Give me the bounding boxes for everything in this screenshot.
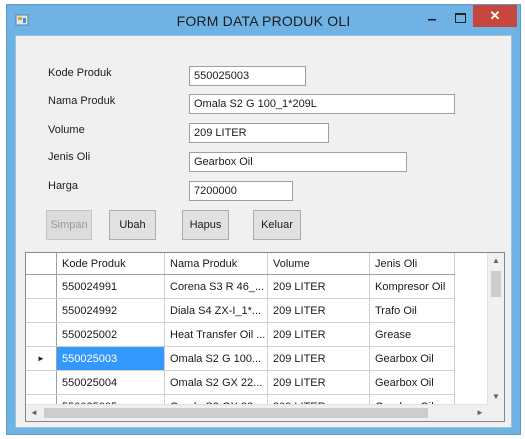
cell-jenis[interactable]: Grease — [369, 322, 455, 347]
cell-kode[interactable]: 550024992 — [56, 298, 165, 323]
vertical-scroll-thumb[interactable] — [491, 271, 501, 297]
cell-kode[interactable]: 550025004 — [56, 370, 165, 395]
column-header-volume[interactable]: Volume — [267, 253, 370, 275]
app-window: FORM DATA PRODUK OLI – ✕ Kode Produk 550… — [6, 4, 521, 435]
maximize-icon — [454, 12, 466, 23]
minimize-button[interactable]: – — [419, 9, 445, 30]
minimize-icon: – — [427, 10, 437, 28]
maximize-button[interactable] — [447, 7, 473, 28]
column-header-kode[interactable]: Kode Produk — [56, 253, 165, 275]
cell-jenis[interactable]: Gearbox Oil — [369, 346, 455, 371]
current-row-indicator-icon[interactable]: ► — [26, 346, 57, 371]
form-client-area: Kode Produk 550025003 Nama Produk Omala … — [15, 35, 512, 428]
row-header[interactable] — [26, 322, 57, 347]
cell-nama[interactable]: Diala S4 ZX-I_1*... — [164, 298, 268, 323]
cell-nama[interactable]: Omala S2 G 100... — [164, 346, 268, 371]
produk-data-grid[interactable]: Kode Produk Nama Produk Volume Jenis Oli… — [25, 252, 505, 422]
ubah-button[interactable]: Ubah — [109, 210, 156, 240]
cell-nama[interactable]: Heat Transfer Oil ... — [164, 322, 268, 347]
cell-nama[interactable]: Omala S2 GX 22... — [164, 370, 268, 395]
nama-produk-input[interactable]: Omala S2 G 100_1*209L — [189, 94, 455, 114]
produk-table: Kode Produk Nama Produk Volume Jenis Oli… — [26, 253, 455, 419]
table-header-row: Kode Produk Nama Produk Volume Jenis Oli — [26, 253, 455, 275]
cell-jenis[interactable]: Kompresor Oil — [369, 274, 455, 299]
kode-produk-input[interactable]: 550025003 — [189, 66, 306, 86]
jenis-oli-input[interactable]: Gearbox Oil — [189, 152, 407, 172]
horizontal-scroll-thumb[interactable] — [44, 408, 428, 418]
vertical-scrollbar[interactable]: ▲ ▼ — [487, 253, 504, 405]
row-header[interactable] — [26, 370, 57, 395]
simpan-button[interactable]: Simpan — [46, 210, 92, 240]
nama-produk-label: Nama Produk — [48, 95, 116, 107]
table-row[interactable]: 550025004 Omala S2 GX 22... 209 LITER Ge… — [26, 370, 455, 395]
cell-jenis[interactable]: Gearbox Oil — [369, 370, 455, 395]
cell-jenis[interactable]: Trafo Oil — [369, 298, 455, 323]
cell-kode-selected[interactable]: 550025003 — [56, 346, 165, 371]
table-row-current[interactable]: ► 550025003 Omala S2 G 100... 209 LITER … — [26, 346, 455, 371]
cell-volume[interactable]: 209 LITER — [267, 322, 370, 347]
row-header[interactable] — [26, 298, 57, 323]
harga-label: Harga — [48, 180, 78, 192]
scroll-up-icon[interactable]: ▲ — [488, 253, 504, 269]
table-row[interactable]: 550024992 Diala S4 ZX-I_1*... 209 LITER … — [26, 298, 455, 323]
cell-kode[interactable]: 550024991 — [56, 274, 165, 299]
cell-volume[interactable]: 209 LITER — [267, 298, 370, 323]
kode-produk-label: Kode Produk — [48, 67, 112, 79]
cell-kode[interactable]: 550025002 — [56, 322, 165, 347]
harga-input[interactable]: 7200000 — [189, 181, 293, 201]
cell-nama[interactable]: Corena S3 R 46_... — [164, 274, 268, 299]
scroll-down-icon[interactable]: ▼ — [488, 389, 504, 405]
horizontal-scrollbar[interactable]: ◄ ► — [26, 404, 488, 421]
scroll-left-icon[interactable]: ◄ — [26, 405, 42, 421]
scroll-right-icon[interactable]: ► — [472, 405, 488, 421]
column-header-jenis[interactable]: Jenis Oli — [369, 253, 455, 275]
volume-input[interactable]: 209 LITER — [189, 123, 329, 143]
cell-volume[interactable]: 209 LITER — [267, 346, 370, 371]
title-bar[interactable]: FORM DATA PRODUK OLI – ✕ — [7, 5, 520, 35]
hapus-button[interactable]: Hapus — [182, 210, 229, 240]
table-row[interactable]: 550025002 Heat Transfer Oil ... 209 LITE… — [26, 322, 455, 347]
cell-volume[interactable]: 209 LITER — [267, 370, 370, 395]
row-header-corner — [26, 253, 57, 275]
scrollbar-corner — [487, 404, 504, 421]
cell-volume[interactable]: 209 LITER — [267, 274, 370, 299]
keluar-button[interactable]: Keluar — [253, 210, 301, 240]
volume-label: Volume — [48, 124, 85, 136]
close-icon: ✕ — [489, 8, 501, 23]
jenis-oli-label: Jenis Oli — [48, 151, 91, 163]
table-row[interactable]: 550024991 Corena S3 R 46_... 209 LITER K… — [26, 274, 455, 299]
close-button[interactable]: ✕ — [473, 5, 517, 27]
column-header-nama[interactable]: Nama Produk — [164, 253, 268, 275]
row-header[interactable] — [26, 274, 57, 299]
